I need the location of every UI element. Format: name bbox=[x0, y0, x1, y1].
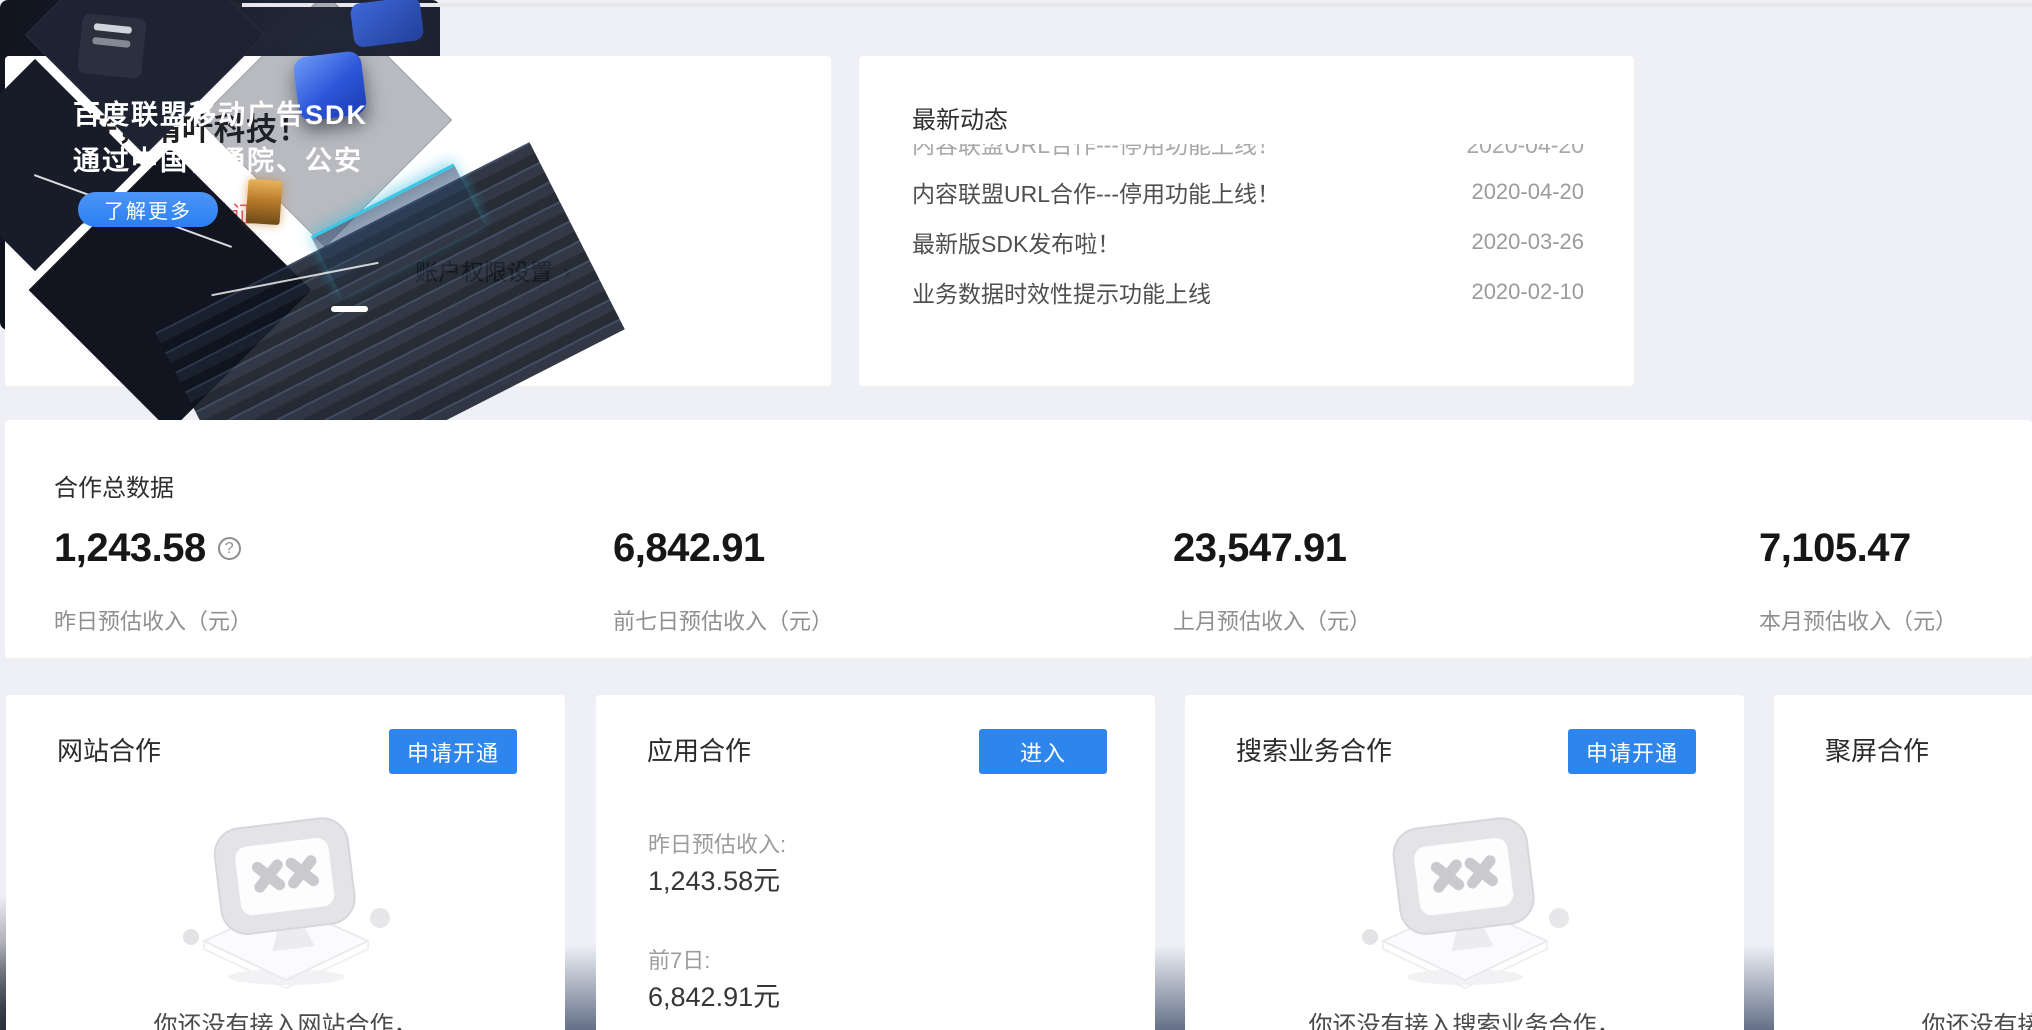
stat-value: 7,105.47 bbox=[1759, 526, 1911, 571]
news-item-text: 最新版SDK发布啦！ bbox=[912, 225, 1120, 259]
banner-art bbox=[331, 306, 368, 312]
dashboard-page: 您好，晴叶科技！ 实名认证： 已验证 查看付款记录› 账户权限设置› 最新动态 … bbox=[0, 0, 2032, 1030]
apply-open-button[interactable]: 申请开通 bbox=[1568, 729, 1696, 774]
stat-last7days-income: 6,842.91 前七日预估收入（元） bbox=[613, 526, 765, 571]
stat-value: 6,842.91 bbox=[613, 526, 765, 571]
news-item-clipped-text: 内容联盟URL合作---停用功能上线！ bbox=[912, 144, 1280, 160]
banner-headline-line2: 通过中国信通院、公安 bbox=[73, 139, 363, 178]
coop-stat-value: 6,842.91元 bbox=[648, 975, 780, 1014]
news-title: 最新动态 bbox=[912, 100, 1008, 135]
banner-art bbox=[350, 0, 425, 48]
tv-crossed-eyes-icon bbox=[1360, 807, 1570, 997]
news-item-date: 2020-04-20 bbox=[1471, 179, 1584, 205]
promo-banner[interactable]: 百度联盟移动广告SDK 通过中国信通院、公安 了解更多 bbox=[0, 0, 440, 330]
screen-coop-card: 聚屏合作 你还没有接入聚屏合作， bbox=[1774, 695, 2032, 1030]
banner-headline-line1: 百度联盟移动广告SDK bbox=[73, 93, 368, 132]
banner-art bbox=[246, 179, 283, 225]
enter-button[interactable]: 进入 bbox=[979, 729, 1107, 774]
empty-state-text: 你还没有接入搜索业务合作， bbox=[1185, 1005, 1744, 1030]
news-item[interactable]: 最新版SDK发布啦！ 2020-03-26 bbox=[912, 227, 1584, 257]
learn-more-button[interactable]: 了解更多 bbox=[78, 192, 218, 227]
website-coop-card: 网站合作 申请开通 你还没有接入网站合作， bbox=[6, 695, 565, 1030]
stat-label: 上月预估收入（元） bbox=[1173, 604, 1371, 636]
stat-label: 前七日预估收入（元） bbox=[613, 604, 833, 636]
coop-card-title: 网站合作 bbox=[57, 731, 161, 768]
news-item-clipped-date: 2020-04-20 bbox=[1466, 144, 1584, 160]
news-item-date: 2020-03-26 bbox=[1471, 229, 1584, 255]
news-item[interactable]: 业务数据时效性提示功能上线 2020-02-10 bbox=[912, 277, 1584, 307]
search-coop-card: 搜索业务合作 申请开通 你还没有接入搜索业务合作， bbox=[1185, 695, 1744, 1030]
summary-stats-band: 合作总数据 1,243.58? 昨日预估收入（元） 6,842.91 前七日预估… bbox=[5, 420, 2032, 658]
news-item-clipped: 内容联盟URL合作---停用功能上线！ 2020-04-20 bbox=[912, 144, 1584, 161]
coop-stat-label: 昨日预估收入: bbox=[648, 827, 786, 859]
stat-value: 23,547.91 bbox=[1173, 526, 1346, 571]
stat-label: 昨日预估收入（元） bbox=[54, 604, 252, 636]
coop-card-title: 应用合作 bbox=[647, 731, 751, 768]
stat-lastmonth-income: 23,547.91 上月预估收入（元） bbox=[1173, 526, 1346, 571]
stat-yesterday-income: 1,243.58? 昨日预估收入（元） bbox=[54, 526, 241, 571]
stat-thismonth-income: 7,105.47 本月预估收入（元） bbox=[1759, 526, 1911, 571]
news-item[interactable]: 内容联盟URL合作---停用功能上线！ 2020-04-20 bbox=[912, 177, 1584, 207]
help-icon[interactable]: ? bbox=[218, 537, 241, 560]
news-item-text: 内容联盟URL合作---停用功能上线！ bbox=[912, 175, 1280, 209]
coop-stat-value: 1,243.58元 bbox=[648, 859, 780, 898]
stat-label: 本月预估收入（元） bbox=[1759, 604, 1957, 636]
news-item-date: 2020-02-10 bbox=[1471, 279, 1584, 305]
coop-card-title: 搜索业务合作 bbox=[1236, 731, 1392, 768]
empty-state-text: 你还没有接入网站合作， bbox=[6, 1005, 565, 1030]
news-card: 最新动态 内容联盟URL合作---停用功能上线！ 2020-04-20 内容联盟… bbox=[859, 56, 1634, 386]
apply-open-button[interactable]: 申请开通 bbox=[389, 729, 517, 774]
stat-value: 1,243.58 bbox=[54, 526, 206, 571]
empty-state-text: 你还没有接入聚屏合作， bbox=[1774, 1005, 2032, 1030]
coop-card-title: 聚屏合作 bbox=[1825, 731, 1929, 768]
tv-crossed-eyes-icon bbox=[181, 807, 391, 997]
banner-art bbox=[77, 13, 147, 79]
app-coop-card: 应用合作 进入 昨日预估收入: 1,243.58元 前7日: 6,842.91元 bbox=[596, 695, 1155, 1030]
coop-stat-label: 前7日: bbox=[648, 943, 710, 975]
summary-title: 合作总数据 bbox=[54, 468, 174, 503]
video-progress-track[interactable] bbox=[242, 3, 2032, 7]
news-item-text: 业务数据时效性提示功能上线 bbox=[912, 275, 1211, 309]
